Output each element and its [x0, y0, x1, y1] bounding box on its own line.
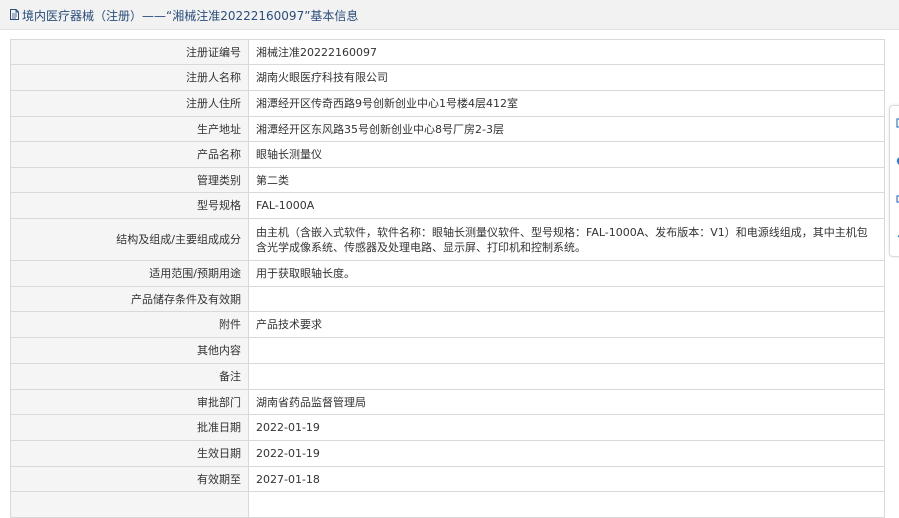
- field-label: 注册证编号: [10, 39, 249, 65]
- field-label: 结构及组成/主要组成成分: [10, 218, 249, 261]
- field-label: 备注: [10, 363, 249, 390]
- table-row: 注册人名称 湖南火眼医疗科技有限公司: [10, 64, 885, 91]
- field-label: 生产地址: [10, 116, 249, 142]
- field-value: 湘潭经开区东风路35号创新创业中心8号厂房2-3层: [248, 116, 885, 142]
- field-value: 由主机（含嵌入式软件，软件名称：眼轴长测量仪软件、型号规格：FAL-1000A、…: [248, 218, 885, 261]
- table-row: 生产地址 湘潭经开区东风路35号创新创业中心8号厂房2-3层: [10, 116, 885, 142]
- page-header: 境内医疗器械（注册）——“湘械注准20222160097”基本信息: [0, 0, 899, 30]
- field-value: 2022-01-19: [248, 440, 885, 467]
- table-row: 产品名称 眼轴长测量仪: [10, 141, 885, 168]
- table-row: 注册证编号 湘械注准20222160097: [10, 39, 885, 65]
- field-value: 湘潭经开区传奇西路9号创新创业中心1号楼4层412室: [248, 90, 885, 117]
- table-row: 产品储存条件及有效期: [10, 286, 885, 312]
- table-row: 生效日期 2022-01-19: [10, 440, 885, 467]
- table-row: 注册人住所 湘潭经开区传奇西路9号创新创业中心1号楼4层412室: [10, 90, 885, 117]
- field-value: [248, 491, 885, 518]
- page-title: 境内医疗器械（注册）——“湘械注准20222160097”基本信息: [22, 9, 359, 23]
- field-value: 湖南省药品监督管理局: [248, 389, 885, 415]
- field-label: [10, 491, 249, 518]
- field-value: 第二类: [248, 167, 885, 193]
- field-value: [248, 286, 885, 312]
- field-label: 生效日期: [10, 440, 249, 467]
- detail-table: 注册证编号 湘械注准20222160097 注册人名称 湖南火眼医疗科技有限公司 注册人…: [10, 39, 885, 518]
- table-row: 审批部门 湖南省药品监督管理局: [10, 389, 885, 415]
- field-label: 型号规格: [10, 192, 249, 219]
- field-value: [248, 363, 885, 390]
- field-value: 2022-01-19: [248, 414, 885, 441]
- table-row: 型号规格 FAL-1000A: [10, 192, 885, 219]
- field-label: 有效期至: [10, 466, 249, 492]
- field-label: 产品储存条件及有效期: [10, 286, 249, 312]
- table-row: 管理类别 第二类: [10, 167, 885, 193]
- field-label: 适用范围/预期用途: [10, 260, 249, 287]
- table-row: 适用范围/预期用途 用于获取眼轴长度。: [10, 260, 885, 287]
- table-row: 有效期至 2027-01-18: [10, 466, 885, 492]
- field-value: 湘械注准20222160097: [248, 39, 885, 65]
- field-value: FAL-1000A: [248, 192, 885, 219]
- field-label: 其他内容: [10, 337, 249, 364]
- document-icon: [10, 9, 19, 20]
- table-row: 附件 产品技术要求: [10, 311, 885, 338]
- field-label: 附件: [10, 311, 249, 338]
- field-label: 产品名称: [10, 141, 249, 168]
- table-row: 结构及组成/主要组成成分 由主机（含嵌入式软件，软件名称：眼轴长测量仪软件、型号规…: [10, 218, 885, 261]
- field-label: 审批部门: [10, 389, 249, 415]
- field-value: 眼轴长测量仪: [248, 141, 885, 168]
- field-label: 注册人住所: [10, 90, 249, 117]
- field-value: 2027-01-18: [248, 466, 885, 492]
- field-label: 注册人名称: [10, 64, 249, 91]
- table-row: 其他内容: [10, 337, 885, 364]
- field-label: 批准日期: [10, 414, 249, 441]
- table-row: 批准日期 2022-01-19: [10, 414, 885, 441]
- field-value: 用于获取眼轴长度。: [248, 260, 885, 287]
- table-row: 备注: [10, 363, 885, 390]
- field-value: 湖南火眼医疗科技有限公司: [248, 64, 885, 91]
- table-row: [10, 491, 885, 518]
- field-value: [248, 337, 885, 364]
- field-value: 产品技术要求: [248, 311, 885, 338]
- field-label: 管理类别: [10, 167, 249, 193]
- side-toolbar[interactable]: [889, 105, 899, 257]
